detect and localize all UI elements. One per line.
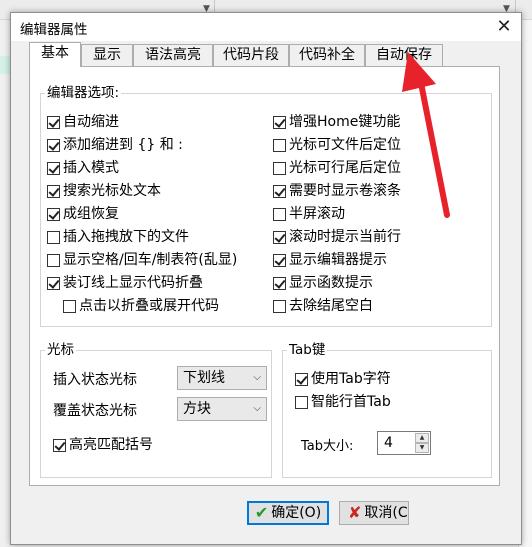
tab-size-stepper[interactable]: 4 ▲ ▼: [377, 431, 431, 455]
checkbox-group-undo[interactable]: 成组恢复: [47, 204, 119, 224]
ok-button[interactable]: ✔ 确定(O): [247, 501, 329, 525]
checkbox-box[interactable]: [273, 207, 286, 221]
checkbox-box[interactable]: [295, 395, 308, 409]
checkbox-enhanced-home-key[interactable]: 增强Home键功能: [273, 112, 400, 132]
dialog-titlebar: 编辑器属性 ✕: [11, 13, 521, 41]
insert-cursor-label: 插入状态光标: [53, 372, 137, 388]
group-title: 编辑器选项:: [45, 85, 122, 101]
tab-code-snippets[interactable]: 代码片段: [213, 44, 289, 66]
checkbox-cursor-past-eof[interactable]: 光标可文件后定位: [273, 135, 401, 155]
checkbox-box[interactable]: [273, 138, 286, 152]
tab-key-group: Tab键 使用Tab字符 智能行首Tab Tab大小: 4 ▲ ▼: [282, 342, 492, 478]
checkbox-half-page-scroll[interactable]: 半屏滚动: [273, 204, 345, 224]
checkbox-box[interactable]: [47, 207, 60, 221]
editor-options-group: 编辑器选项: 自动缩进 添加缩进到 {} 和 : 插入模式 搜索光标处文本 成组…: [40, 85, 492, 327]
checkbox-auto-indent[interactable]: 自动缩进: [47, 112, 119, 132]
tab-size-label: Tab大小:: [301, 439, 354, 454]
checkbox-box[interactable]: [63, 299, 76, 313]
checkbox-box[interactable]: [273, 299, 286, 313]
group-title: 光标: [45, 342, 76, 358]
checkbox-show-editor-hints[interactable]: 显示编辑器提示: [273, 250, 387, 270]
spin-down-icon[interactable]: ▼: [415, 443, 429, 453]
checkbox-box[interactable]: [53, 438, 66, 452]
checkbox-search-cursor-text[interactable]: 搜索光标处文本: [47, 181, 161, 201]
checkbox-show-whitespace[interactable]: 显示空格/回车/制表符(乱显): [47, 250, 237, 270]
checkbox-highlight-brackets[interactable]: 高亮匹配括号: [53, 435, 153, 455]
checkbox-click-to-fold[interactable]: 点击以折叠或展开代码: [63, 296, 219, 316]
checkbox-box[interactable]: [295, 372, 308, 386]
checkbox-smart-tab[interactable]: 智能行首Tab: [295, 392, 391, 412]
checkbox-trim-trailing-whitespace[interactable]: 去除结尾空白: [273, 296, 373, 316]
chevron-down-icon: ⌵: [253, 372, 261, 383]
cursor-group: 光标 插入状态光标 下划线 ⌵ 覆盖状态光标 方块 ⌵ 高亮匹配括号: [40, 342, 272, 478]
checkbox-box[interactable]: [273, 115, 286, 129]
close-icon[interactable]: ✕: [493, 16, 515, 38]
chevron-down-icon: ⌵: [253, 403, 261, 414]
checkbox-insert-mode[interactable]: 插入模式: [47, 158, 119, 178]
dialog-title: 编辑器属性: [20, 22, 88, 38]
checkbox-gutter-code-folding[interactable]: 装订线上显示代码折叠: [47, 273, 203, 293]
checkbox-cursor-past-eol[interactable]: 光标可行尾后定位: [273, 158, 401, 178]
checkbox-show-function-hints[interactable]: 显示函数提示: [273, 273, 373, 293]
checkbox-insert-dropped-file[interactable]: 插入拖拽放下的文件: [47, 227, 189, 247]
checkmark-icon: ✔: [254, 503, 269, 522]
tab-code-completion[interactable]: 代码补全: [289, 44, 365, 66]
cross-icon: ✘: [348, 503, 362, 522]
checkbox-box[interactable]: [47, 184, 60, 198]
basic-tab-panel: 编辑器选项: 自动缩进 添加缩进到 {} 和 : 插入模式 搜索光标处文本 成组…: [29, 66, 500, 486]
checkbox-box[interactable]: [47, 115, 60, 129]
checkbox-box[interactable]: [273, 184, 286, 198]
checkbox-box[interactable]: [47, 276, 60, 290]
checkbox-box[interactable]: [273, 253, 286, 267]
tab-syntax-highlight[interactable]: 语法高亮: [133, 44, 213, 66]
group-title: Tab键: [287, 342, 328, 358]
overwrite-cursor-label: 覆盖状态光标: [53, 403, 137, 419]
checkbox-box[interactable]: [47, 253, 60, 267]
editor-properties-dialog: 编辑器属性 ✕ 基本 显示 语法高亮 代码片段 代码补全 自动保存 编辑器选项:…: [10, 12, 522, 545]
overwrite-cursor-select[interactable]: 方块 ⌵: [177, 397, 267, 421]
spin-up-icon[interactable]: ▲: [415, 433, 429, 443]
checkbox-box[interactable]: [47, 138, 60, 152]
checkbox-box[interactable]: [273, 230, 286, 244]
checkbox-show-scrollbars[interactable]: 需要时显示卷滚条: [273, 181, 401, 201]
checkbox-scroll-hint-line[interactable]: 滚动时提示当前行: [273, 227, 401, 247]
checkbox-box[interactable]: [47, 230, 60, 244]
checkbox-indent-braces[interactable]: 添加缩进到 {} 和 :: [47, 135, 183, 155]
cancel-button[interactable]: ✘ 取消(C: [339, 501, 409, 525]
tab-auto-save[interactable]: 自动保存: [365, 44, 443, 66]
tab-basic[interactable]: 基本: [29, 42, 81, 67]
insert-cursor-select[interactable]: 下划线 ⌵: [177, 366, 267, 390]
checkbox-box[interactable]: [273, 276, 286, 290]
tab-display[interactable]: 显示: [81, 44, 133, 66]
checkbox-box[interactable]: [47, 161, 60, 175]
checkbox-box[interactable]: [273, 161, 286, 175]
checkbox-use-tab-char[interactable]: 使用Tab字符: [295, 369, 391, 389]
